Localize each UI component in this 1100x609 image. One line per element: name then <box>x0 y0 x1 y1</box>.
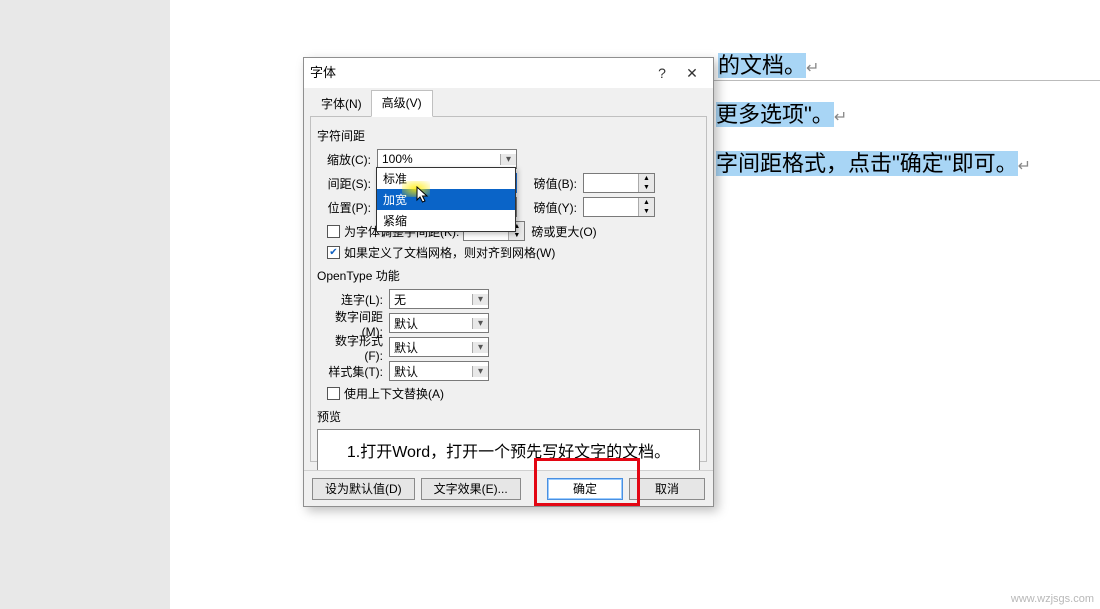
spinner-buttons[interactable]: ▲▼ <box>638 174 654 192</box>
doc-line-1: 的文档。↵ <box>718 44 819 91</box>
num-form-label: 数字形式(F): <box>317 332 389 363</box>
preview-box: 1.打开Word，打开一个预先写好文字的文档。 <box>317 429 700 471</box>
spacing-option-expanded[interactable]: 加宽 <box>377 189 515 210</box>
tab-advanced[interactable]: 高级(V) <box>371 90 433 117</box>
position-by-spinner[interactable]: ▲▼ <box>583 197 655 217</box>
chevron-down-icon: ▾ <box>500 154 516 165</box>
kerning-suffix: 磅或更大(O) <box>531 223 596 240</box>
spacing-by-label: 磅值(B): <box>531 175 583 192</box>
group-opentype-label: OpenType 功能 <box>317 267 700 284</box>
font-dialog: 字体 ? ✕ 字体(N) 高级(V) 字符间距 缩放(C): 100%▾ 间距(… <box>303 57 714 507</box>
preview-label: 预览 <box>317 408 700 425</box>
chevron-down-icon: ▾ <box>472 318 488 329</box>
chevron-down-icon: ▾ <box>472 342 488 353</box>
annotation-ok-highlight <box>534 458 640 506</box>
kerning-checkbox[interactable] <box>327 225 340 238</box>
num-form-combo[interactable]: 默认▾ <box>389 337 489 357</box>
position-by-label: 磅值(Y): <box>531 199 583 216</box>
dialog-title: 字体 <box>310 58 647 88</box>
help-button[interactable]: ? <box>647 58 677 88</box>
chevron-down-icon: ▾ <box>472 294 488 305</box>
styleset-combo[interactable]: 默认▾ <box>389 361 489 381</box>
tab-font[interactable]: 字体(N) <box>312 90 371 117</box>
spacing-dropdown-list[interactable]: 标准 加宽 紧缩 <box>376 167 516 232</box>
scale-combo[interactable]: 100%▾ <box>377 149 517 169</box>
spacing-by-spinner[interactable]: ▲▼ <box>583 173 655 193</box>
dialog-tabs: 字体(N) 高级(V) <box>312 90 709 117</box>
app-gutter <box>0 0 170 609</box>
text-effects-button[interactable]: 文字效果(E)... <box>421 478 521 500</box>
snap-to-grid-label: 如果定义了文档网格，则对齐到网格(W) <box>344 244 555 261</box>
close-button[interactable]: ✕ <box>677 58 707 88</box>
doc-line-3: 字间距格式，点击"确定"即可。↵ <box>716 142 1031 189</box>
spacing-option-condensed[interactable]: 紧缩 <box>377 210 515 231</box>
watermark: www.wzjsgs.com <box>1011 593 1094 605</box>
group-char-spacing-label: 字符间距 <box>317 127 700 144</box>
contextual-alt-label: 使用上下文替换(A) <box>344 385 444 402</box>
chevron-down-icon: ▾ <box>472 366 488 377</box>
scale-label: 缩放(C): <box>317 151 377 168</box>
dialog-titlebar[interactable]: 字体 ? ✕ <box>304 58 713 88</box>
ligatures-combo[interactable]: 无▾ <box>389 289 489 309</box>
set-default-button[interactable]: 设为默认值(D) <box>312 478 415 500</box>
num-spacing-combo[interactable]: 默认▾ <box>389 313 489 333</box>
snap-to-grid-checkbox[interactable]: ✔ <box>327 246 340 259</box>
dialog-button-bar: 设为默认值(D) 文字效果(E)... 确定 取消 <box>304 470 713 506</box>
spacing-label: 间距(S): <box>317 175 377 192</box>
spacing-option-standard[interactable]: 标准 <box>377 168 515 189</box>
cancel-button[interactable]: 取消 <box>629 478 705 500</box>
doc-line-2: 更多选项"。↵ <box>716 93 847 140</box>
styleset-label: 样式集(T): <box>317 363 389 380</box>
position-label: 位置(P): <box>317 199 377 216</box>
contextual-alt-checkbox[interactable] <box>327 387 340 400</box>
spinner-buttons[interactable]: ▲▼ <box>638 198 654 216</box>
ligatures-label: 连字(L): <box>317 291 389 308</box>
